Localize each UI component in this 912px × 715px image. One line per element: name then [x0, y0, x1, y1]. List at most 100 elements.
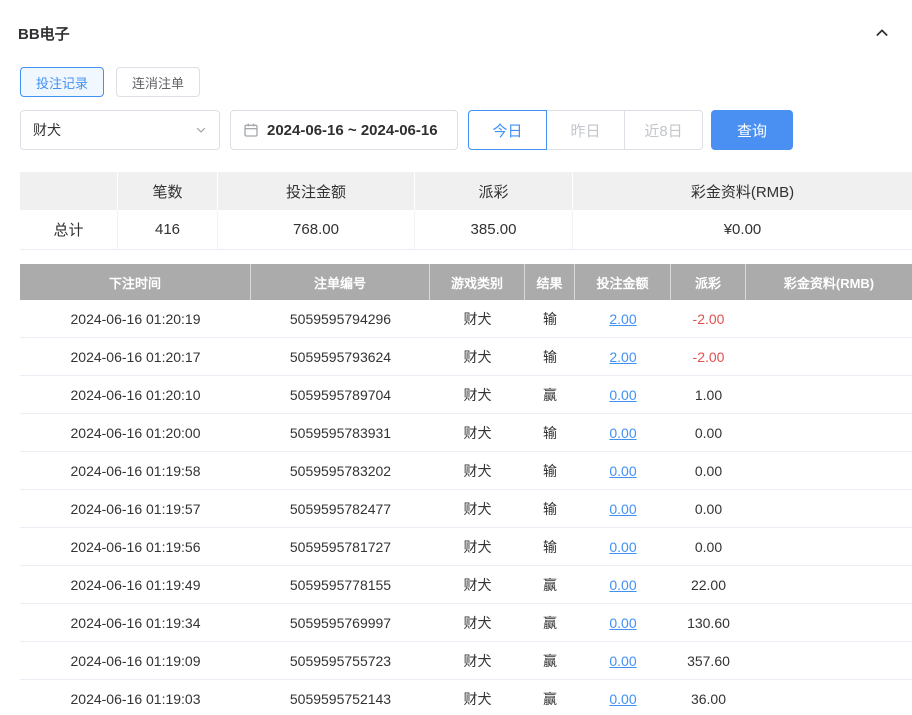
- cell-payout: 0.00: [671, 414, 746, 451]
- cell-payout: 0.00: [671, 490, 746, 527]
- panel-header: BB电子: [18, 20, 892, 46]
- collapse-button[interactable]: [872, 23, 892, 43]
- button-label: 今日: [492, 120, 522, 141]
- tab-bet-records[interactable]: 投注记录: [20, 67, 104, 97]
- quick-range-yesterday-button[interactable]: 昨日: [546, 110, 625, 150]
- cell-result: 赢: [525, 604, 575, 641]
- chevron-up-icon: [874, 25, 890, 41]
- bet-amount-link[interactable]: 0.00: [609, 501, 636, 517]
- cell-result: 输: [525, 452, 575, 489]
- bet-amount-link[interactable]: 0.00: [609, 615, 636, 631]
- cell-bet-amount: 2.00: [575, 300, 671, 337]
- cell-result: 输: [525, 528, 575, 565]
- cell-payout: 1.00: [671, 376, 746, 413]
- button-label: 查询: [737, 120, 767, 141]
- bet-amount-link[interactable]: 2.00: [609, 349, 636, 365]
- table-row: 2024-06-16 01:20:17 5059595793624 财犬 输 2…: [20, 338, 912, 376]
- summary-bet-value: 768.00: [218, 210, 415, 249]
- cell-payout: 36.00: [671, 680, 746, 715]
- cell-bet-amount: 2.00: [575, 338, 671, 375]
- table-row: 2024-06-16 01:19:34 5059595769997 财犬 赢 0…: [20, 604, 912, 642]
- bet-records-panel: BB电子 投注记录 连消注单 财犬 2024-06-16 ~ 2024-06-1…: [0, 0, 912, 715]
- summary-header-row: 笔数 投注金额 派彩 彩金资料(RMB): [20, 172, 912, 210]
- cell-payout: 357.60: [671, 642, 746, 679]
- table-row: 2024-06-16 01:19:58 5059595783202 财犬 输 0…: [20, 452, 912, 490]
- cell-result: 赢: [525, 680, 575, 715]
- chevron-down-icon: [195, 124, 207, 136]
- cell-order-id: 5059595781727: [251, 528, 430, 565]
- cell-result: 输: [525, 338, 575, 375]
- bet-amount-link[interactable]: 0.00: [609, 425, 636, 441]
- header-bonus: 彩金资料(RMB): [746, 264, 912, 300]
- cell-order-id: 5059595794296: [251, 300, 430, 337]
- page-title: BB电子: [18, 23, 70, 44]
- bet-table: 下注时间 注单编号 游戏类别 结果 投注金额 派彩 彩金资料(RMB) 2024…: [20, 264, 912, 715]
- summary-header-bonus: 彩金资料(RMB): [573, 172, 912, 210]
- bet-table-header: 下注时间 注单编号 游戏类别 结果 投注金额 派彩 彩金资料(RMB): [20, 264, 912, 300]
- summary-header-count: 笔数: [118, 172, 218, 210]
- cell-game-type: 财犬: [430, 414, 525, 451]
- game-select-value: 财犬: [33, 120, 61, 140]
- cell-bet-amount: 0.00: [575, 604, 671, 641]
- cell-bonus: [746, 300, 912, 337]
- bet-amount-link[interactable]: 0.00: [609, 577, 636, 593]
- table-row: 2024-06-16 01:20:10 5059595789704 财犬 赢 0…: [20, 376, 912, 414]
- cell-game-type: 财犬: [430, 490, 525, 527]
- cell-result: 输: [525, 490, 575, 527]
- quick-range-group: 今日 昨日 近8日: [468, 110, 703, 150]
- cell-bet-time: 2024-06-16 01:20:17: [20, 338, 251, 375]
- cell-bet-time: 2024-06-16 01:19:09: [20, 642, 251, 679]
- cell-bonus: [746, 604, 912, 641]
- cell-game-type: 财犬: [430, 566, 525, 603]
- button-label: 昨日: [570, 120, 600, 141]
- cell-payout: 22.00: [671, 566, 746, 603]
- quick-range-8days-button[interactable]: 近8日: [624, 110, 703, 150]
- bet-amount-link[interactable]: 2.00: [609, 311, 636, 327]
- cell-bonus: [746, 680, 912, 715]
- summary-total-label: 总计: [20, 210, 118, 249]
- cell-order-id: 5059595782477: [251, 490, 430, 527]
- bet-amount-link[interactable]: 0.00: [609, 463, 636, 479]
- cell-bet-amount: 0.00: [575, 414, 671, 451]
- cell-order-id: 5059595793624: [251, 338, 430, 375]
- summary-payout-value: 385.00: [415, 210, 573, 249]
- date-range-value: 2024-06-16 ~ 2024-06-16: [267, 122, 438, 139]
- cell-bet-amount: 0.00: [575, 528, 671, 565]
- cell-bet-time: 2024-06-16 01:19:03: [20, 680, 251, 715]
- summary-header-bet-amount: 投注金额: [218, 172, 415, 210]
- quick-range-today-button[interactable]: 今日: [468, 110, 547, 150]
- cell-game-type: 财犬: [430, 452, 525, 489]
- cell-game-type: 财犬: [430, 376, 525, 413]
- bet-amount-link[interactable]: 0.00: [609, 691, 636, 707]
- game-select[interactable]: 财犬: [20, 110, 220, 150]
- cell-bet-time: 2024-06-16 01:19:58: [20, 452, 251, 489]
- summary-table: 笔数 投注金额 派彩 彩金资料(RMB) 总计 416 768.00 385.0…: [20, 172, 912, 250]
- cell-game-type: 财犬: [430, 300, 525, 337]
- header-bet-amount: 投注金额: [575, 264, 671, 300]
- cell-game-type: 财犬: [430, 528, 525, 565]
- cell-bonus: [746, 642, 912, 679]
- table-row: 2024-06-16 01:19:03 5059595752143 财犬 赢 0…: [20, 680, 912, 715]
- cell-bonus: [746, 566, 912, 603]
- filter-bar: 财犬 2024-06-16 ~ 2024-06-16 今日 昨日 近8日 查询: [20, 110, 912, 150]
- header-bet-time: 下注时间: [20, 264, 251, 300]
- cell-game-type: 财犬: [430, 338, 525, 375]
- cell-bet-amount: 0.00: [575, 376, 671, 413]
- cell-bet-time: 2024-06-16 01:19:49: [20, 566, 251, 603]
- tab-label: 投注记录: [36, 73, 88, 92]
- cell-bet-time: 2024-06-16 01:19:56: [20, 528, 251, 565]
- cell-result: 输: [525, 414, 575, 451]
- date-range-input[interactable]: 2024-06-16 ~ 2024-06-16: [230, 110, 458, 150]
- header-game-type: 游戏类别: [430, 264, 525, 300]
- bet-amount-link[interactable]: 0.00: [609, 653, 636, 669]
- bet-amount-link[interactable]: 0.00: [609, 387, 636, 403]
- cell-order-id: 5059595778155: [251, 566, 430, 603]
- tab-cancelled-orders[interactable]: 连消注单: [116, 67, 200, 97]
- cell-payout: -2.00: [671, 338, 746, 375]
- cell-bonus: [746, 376, 912, 413]
- cell-game-type: 财犬: [430, 604, 525, 641]
- button-label: 近8日: [644, 120, 682, 141]
- search-button[interactable]: 查询: [711, 110, 793, 150]
- cell-payout: 0.00: [671, 452, 746, 489]
- bet-amount-link[interactable]: 0.00: [609, 539, 636, 555]
